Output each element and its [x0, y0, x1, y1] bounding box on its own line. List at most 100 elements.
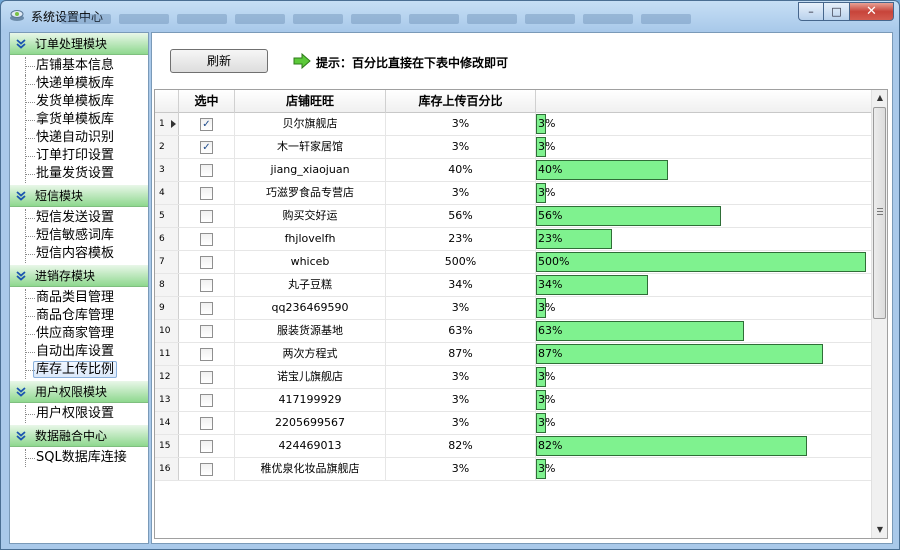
sidebar-item[interactable]: 短信敏感词库 [10, 227, 148, 245]
percent-cell[interactable]: 23% [386, 228, 536, 250]
percent-cell[interactable]: 3% [386, 458, 536, 480]
percent-cell[interactable]: 87% [386, 343, 536, 365]
percent-cell[interactable]: 34% [386, 274, 536, 296]
row-checkbox[interactable] [200, 232, 213, 246]
shop-name-cell[interactable]: 2205699567 [235, 412, 386, 434]
table-row[interactable]: 10 服装货源基地 63% 63% [155, 320, 873, 343]
sidebar-item[interactable]: 订单打印设置 [10, 147, 148, 165]
table-row[interactable]: 4 巧滋罗食品专营店 3% 3% [155, 182, 873, 205]
row-checkbox[interactable]: ✓ [200, 117, 213, 131]
percent-cell[interactable]: 3% [386, 366, 536, 388]
percent-cell[interactable]: 56% [386, 205, 536, 227]
row-number[interactable]: 6 [155, 228, 179, 250]
percent-cell[interactable]: 3% [386, 389, 536, 411]
minimize-button[interactable]: – [798, 2, 824, 21]
table-row[interactable]: 3 jiang_xiaojuan 40% 40% [155, 159, 873, 182]
table-row[interactable]: 16 稚优泉化妆品旗舰店 3% 3% [155, 458, 873, 481]
shop-name-cell[interactable]: 贝尔旗舰店 [235, 113, 386, 135]
sidebar-item[interactable]: 店铺基本信息 [10, 57, 148, 75]
table-row[interactable]: 15 424469013 82% 82% [155, 435, 873, 458]
row-number[interactable]: 7 [155, 251, 179, 273]
sidebar-item[interactable]: 拿货单模板库 [10, 111, 148, 129]
table-row[interactable]: 5 购买交好运 56% 56% [155, 205, 873, 228]
percent-cell[interactable]: 63% [386, 320, 536, 342]
row-checkbox[interactable] [200, 370, 213, 384]
shop-name-cell[interactable]: jiang_xiaojuan [235, 159, 386, 181]
row-number[interactable]: 16 [155, 458, 179, 480]
shop-name-cell[interactable]: 诺宝儿旗舰店 [235, 366, 386, 388]
title-bar[interactable]: 系统设置中心 – □ ✕ [1, 1, 899, 31]
row-number[interactable]: 4 [155, 182, 179, 204]
shop-name-cell[interactable]: 两次方程式 [235, 343, 386, 365]
sidebar-section-header[interactable]: 数据融合中心 [10, 425, 148, 447]
sidebar-item[interactable]: 商品仓库管理 [10, 307, 148, 325]
row-number[interactable]: 15 [155, 435, 179, 457]
row-checkbox[interactable] [200, 255, 213, 269]
column-header-bar[interactable] [536, 90, 873, 113]
sidebar-section-header[interactable]: 订单处理模块 [10, 33, 148, 55]
row-number[interactable]: 12 [155, 366, 179, 388]
percent-cell[interactable]: 500% [386, 251, 536, 273]
sidebar-item[interactable]: 快递单模板库 [10, 75, 148, 93]
shop-name-cell[interactable]: qq236469590 [235, 297, 386, 319]
sidebar-item[interactable]: 供应商家管理 [10, 325, 148, 343]
column-header-shop[interactable]: 店铺旺旺 [235, 90, 386, 113]
percent-cell[interactable]: 3% [386, 182, 536, 204]
row-checkbox[interactable] [200, 324, 213, 338]
row-checkbox[interactable] [200, 278, 213, 292]
sidebar-item[interactable]: 用户权限设置 [10, 405, 148, 423]
shop-name-cell[interactable]: 丸子豆糕 [235, 274, 386, 296]
row-number[interactable]: 5 [155, 205, 179, 227]
table-row[interactable]: 6 fhjlovelfh 23% 23% [155, 228, 873, 251]
table-row[interactable]: 7 whiceb 500% 500% [155, 251, 873, 274]
column-header-percent[interactable]: 库存上传百分比 [386, 90, 536, 113]
row-checkbox[interactable] [200, 347, 213, 361]
table-row[interactable]: 13 417199929 3% 3% [155, 389, 873, 412]
sidebar-item[interactable]: 批量发货设置 [10, 165, 148, 183]
sidebar-item[interactable]: 库存上传比例 [10, 361, 148, 379]
row-checkbox[interactable]: ✓ [200, 140, 213, 154]
row-checkbox[interactable] [200, 416, 213, 430]
row-number[interactable]: 9 [155, 297, 179, 319]
table-row[interactable]: 9 qq236469590 3% 3% [155, 297, 873, 320]
shop-name-cell[interactable]: 木一轩家居馆 [235, 136, 386, 158]
row-checkbox[interactable] [200, 209, 213, 223]
row-checkbox[interactable] [200, 186, 213, 200]
scroll-thumb[interactable] [873, 107, 886, 319]
shop-name-cell[interactable]: whiceb [235, 251, 386, 273]
maximize-button[interactable]: □ [824, 2, 850, 21]
table-row[interactable]: 11 两次方程式 87% 87% [155, 343, 873, 366]
table-row[interactable]: 1 ✓ 贝尔旗舰店 3% 3% [155, 113, 873, 136]
column-header-select[interactable]: 选中 [179, 90, 235, 113]
percent-cell[interactable]: 3% [386, 412, 536, 434]
sidebar-item[interactable]: 短信发送设置 [10, 209, 148, 227]
row-number[interactable]: 14 [155, 412, 179, 434]
sidebar-section-header[interactable]: 用户权限模块 [10, 381, 148, 403]
row-number[interactable]: 10 [155, 320, 179, 342]
shop-name-cell[interactable]: 购买交好运 [235, 205, 386, 227]
row-number[interactable]: 1 [155, 113, 179, 135]
table-row[interactable]: 14 2205699567 3% 3% [155, 412, 873, 435]
shop-name-cell[interactable]: 稚优泉化妆品旗舰店 [235, 458, 386, 480]
close-button[interactable]: ✕ [850, 2, 894, 21]
percent-cell[interactable]: 3% [386, 113, 536, 135]
shop-name-cell[interactable]: fhjlovelfh [235, 228, 386, 250]
row-checkbox[interactable] [200, 439, 213, 453]
shop-name-cell[interactable]: 417199929 [235, 389, 386, 411]
sidebar-item[interactable]: SQL数据库连接 [10, 449, 148, 467]
shop-name-cell[interactable]: 服装货源基地 [235, 320, 386, 342]
sidebar-item[interactable]: 自动出库设置 [10, 343, 148, 361]
sidebar-item[interactable]: 短信内容模板 [10, 245, 148, 263]
sidebar-item[interactable]: 快递自动识别 [10, 129, 148, 147]
percent-cell[interactable]: 3% [386, 136, 536, 158]
row-number[interactable]: 3 [155, 159, 179, 181]
scroll-up-icon[interactable]: ▲ [872, 90, 887, 106]
row-number[interactable]: 13 [155, 389, 179, 411]
table-row[interactable]: 12 诺宝儿旗舰店 3% 3% [155, 366, 873, 389]
sidebar-section-header[interactable]: 进销存模块 [10, 265, 148, 287]
row-checkbox[interactable] [200, 462, 213, 476]
sidebar-item[interactable]: 商品类目管理 [10, 289, 148, 307]
sidebar-item[interactable]: 发货单模板库 [10, 93, 148, 111]
row-number[interactable]: 2 [155, 136, 179, 158]
table-row[interactable]: 8 丸子豆糕 34% 34% [155, 274, 873, 297]
